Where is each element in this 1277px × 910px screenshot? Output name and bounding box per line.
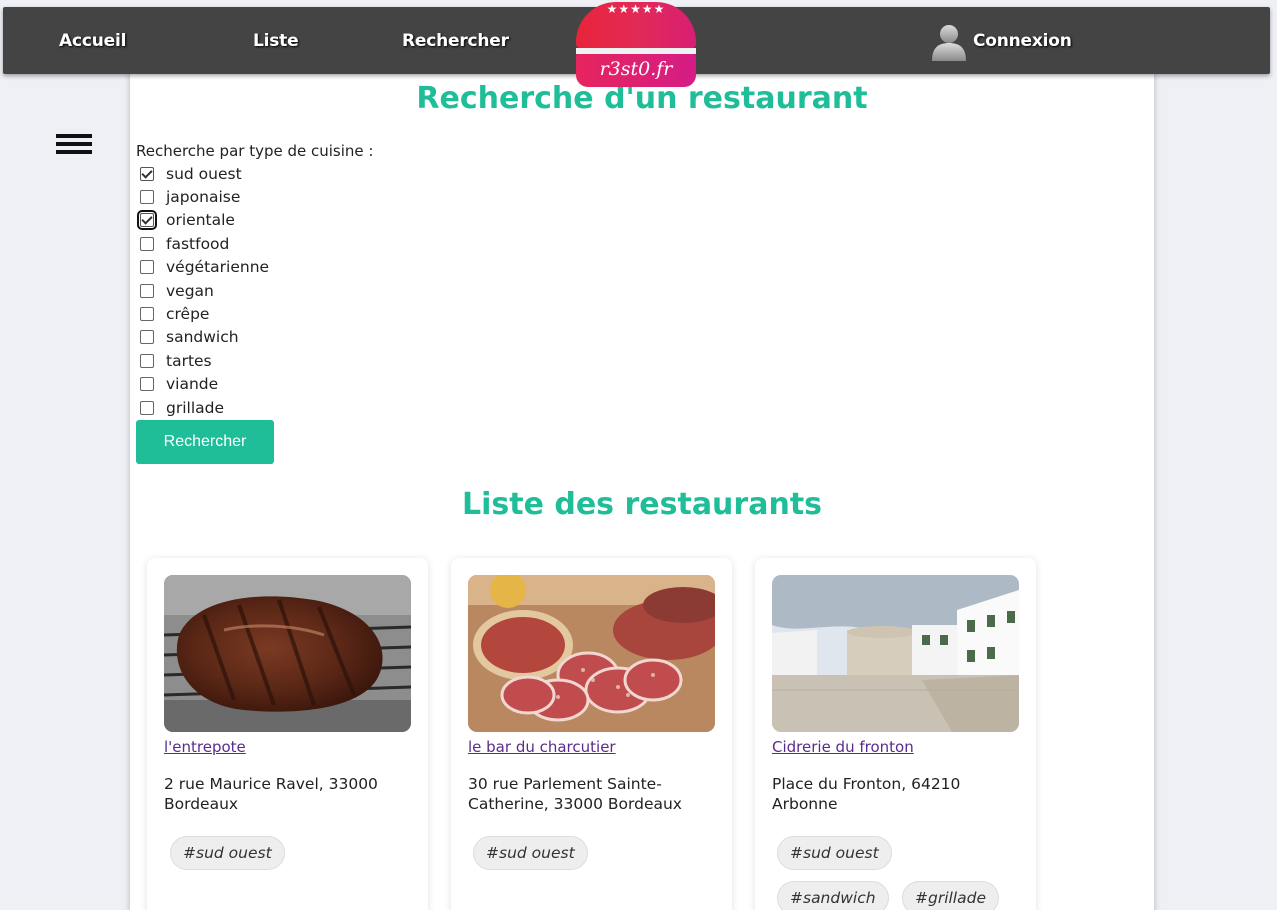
cuisine-tag[interactable]: #sud ouest: [473, 836, 588, 870]
cuisine-option-label: végétarienne: [166, 258, 270, 277]
restaurant-card: Cidrerie du fronton Place du Fronton, 64…: [755, 558, 1036, 910]
restaurant-name-link[interactable]: le bar du charcutier: [468, 738, 616, 756]
cuisine-checkbox[interactable]: [140, 236, 154, 251]
cuisine-option-label: grillade: [166, 398, 225, 417]
cuisine-checkbox-list: sud ouest japonaise orientale fastfood végét…: [136, 162, 373, 419]
cuisine-checkbox[interactable]: [137, 210, 157, 231]
logo-stars-icon: ★★★★★: [606, 2, 666, 16]
cuisine-option[interactable]: vegan: [136, 279, 373, 302]
nav-accueil-link[interactable]: Accueil: [59, 31, 126, 51]
cuisine-checkbox[interactable]: [140, 353, 154, 368]
cuisine-option-label: tartes: [166, 351, 212, 370]
restaurant-photo-charcuterie[interactable]: [468, 575, 715, 732]
restaurant-photo-fronton[interactable]: [772, 575, 1019, 732]
cuisine-option-label: vegan: [166, 281, 214, 300]
cuisine-option[interactable]: tartes: [136, 349, 373, 372]
restaurant-name-link[interactable]: Cidrerie du fronton: [772, 738, 914, 756]
restaurant-photo-grilled-meat[interactable]: [164, 575, 411, 732]
site-logo[interactable]: ★★★★★ r3st0.fr: [576, 2, 696, 87]
restaurant-address: Place du Fronton, 64210 Arbonne: [772, 775, 961, 813]
cuisine-option[interactable]: japonaise: [136, 185, 373, 208]
cuisine-checkbox[interactable]: [140, 260, 154, 275]
restaurant-address: 2 rue Maurice Ravel, 33000 Bordeaux: [164, 775, 378, 813]
restaurant-list-title: Liste des restaurants: [461, 487, 823, 522]
main-content: Recherche d'un restaurant Recherche par …: [130, 60, 1154, 910]
cuisine-option[interactable]: sandwich: [136, 326, 373, 349]
nav-liste-link[interactable]: Liste: [253, 31, 299, 51]
cuisine-option-label: fastfood: [166, 234, 230, 253]
cuisine-option-label: japonaise: [166, 188, 241, 207]
cuisine-option[interactable]: crêpe: [136, 302, 373, 325]
restaurant-address: 30 rue Parlement Sainte-Catherine, 33000…: [468, 775, 682, 813]
cuisine-tag[interactable]: #sandwich: [777, 881, 889, 910]
cuisine-checkbox[interactable]: [140, 190, 154, 205]
cuisine-search-form: Recherche par type de cuisine : sud oues…: [136, 140, 373, 419]
cuisine-tag[interactable]: #sud ouest: [170, 836, 285, 870]
restaurant-name-link[interactable]: l'entrepote: [164, 738, 246, 756]
cuisine-checkbox[interactable]: [140, 377, 154, 392]
cuisine-checkbox[interactable]: [140, 283, 154, 298]
cuisine-checkbox[interactable]: [140, 166, 154, 181]
cuisine-option-label: sandwich: [166, 328, 239, 347]
cuisine-option[interactable]: grillade: [136, 396, 373, 419]
cuisine-option[interactable]: fastfood: [136, 232, 373, 255]
cuisine-checkbox[interactable]: [140, 400, 154, 415]
restaurant-card: l'entrepote 2 rue Maurice Ravel, 33000 B…: [147, 558, 428, 910]
cuisine-checkbox[interactable]: [140, 307, 154, 322]
hamburger-menu-icon[interactable]: [56, 134, 92, 154]
nav-rechercher-link[interactable]: Rechercher: [402, 31, 509, 51]
cuisine-option[interactable]: sud ouest: [136, 162, 373, 185]
cuisine-option-label: orientale: [166, 211, 235, 230]
cuisine-checkbox[interactable]: [140, 330, 154, 345]
logo-text: r3st0.fr: [599, 58, 673, 80]
cuisine-option[interactable]: viande: [136, 373, 373, 396]
restaurant-card: le bar du charcutier 30 rue Parlement Sa…: [451, 558, 732, 910]
cuisine-tag[interactable]: #grillade: [902, 881, 999, 910]
cuisine-option-label: viande: [166, 375, 219, 394]
cuisine-option-label: crêpe: [166, 305, 210, 324]
cuisine-option-label: sud ouest: [166, 164, 242, 183]
nav-connexion-link[interactable]: Connexion: [973, 31, 1072, 51]
user-icon[interactable]: [929, 21, 969, 61]
cuisine-tag[interactable]: #sud ouest: [777, 836, 892, 870]
cuisine-option[interactable]: orientale: [136, 209, 373, 232]
search-button[interactable]: Rechercher: [136, 420, 274, 464]
cuisine-option[interactable]: végétarienne: [136, 256, 373, 279]
cuisine-type-label: Recherche par type de cuisine :: [136, 142, 374, 160]
